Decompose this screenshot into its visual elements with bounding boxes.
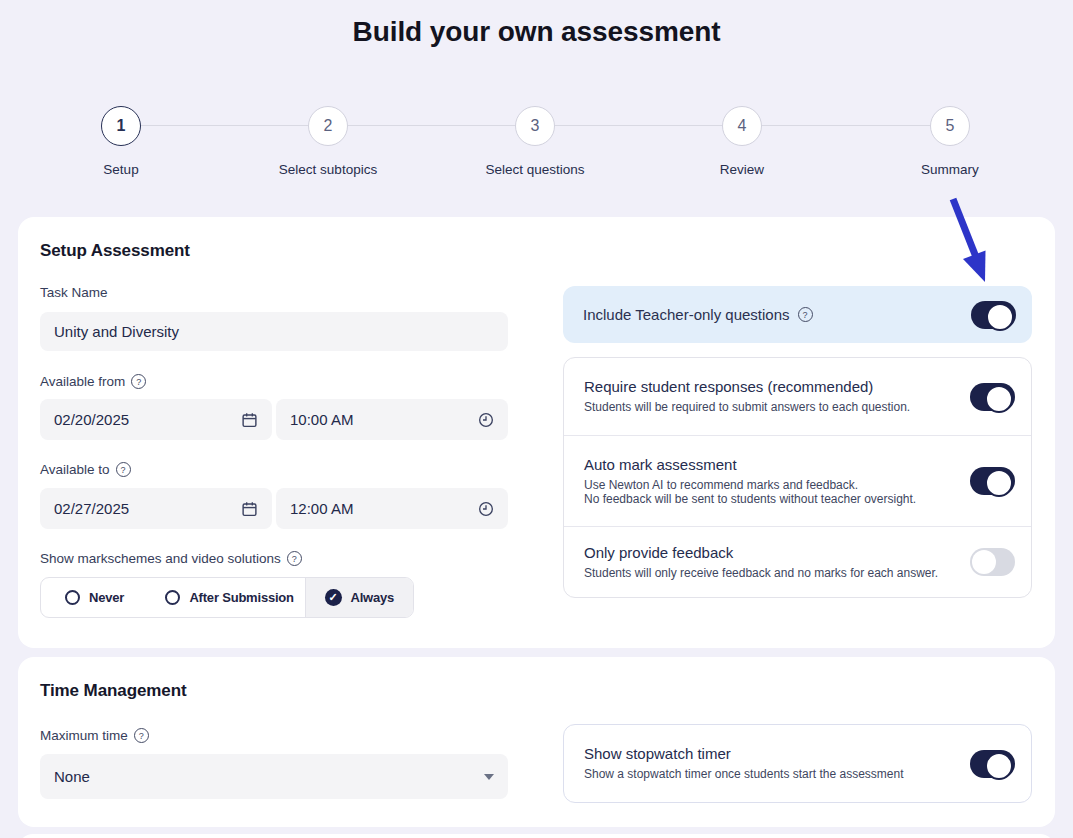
stopwatch-description: Show a stopwatch timer once students sta… [584, 767, 960, 782]
step-label-summary: Summary [840, 162, 1060, 177]
clock-icon[interactable] [478, 412, 494, 428]
step-circle-setup[interactable]: 1 [101, 106, 141, 146]
calendar-icon[interactable] [241, 500, 258, 518]
auto-mark-description2: No feedback will be sent to students wit… [584, 492, 960, 507]
markschemes-label: Show markschemes and video solutions ? [40, 551, 302, 566]
maximum-time-label: Maximum time ? [40, 728, 149, 743]
only-feedback-description: Students will only receive feedback and … [584, 566, 960, 581]
available-from-date-input[interactable]: 02/20/2025 [40, 399, 272, 440]
maximum-time-select[interactable]: None [40, 754, 508, 799]
markschemes-help-icon[interactable]: ? [287, 551, 302, 566]
require-responses-toggle[interactable] [970, 383, 1015, 411]
radio-option-always[interactable]: ✓ Always [305, 578, 413, 617]
assessment-options-group: Require student responses (recommended) … [563, 357, 1032, 598]
step-label-select-subtopics: Select subtopics [218, 162, 438, 177]
available-to-date-input[interactable]: 02/27/2025 [40, 488, 272, 529]
clock-icon[interactable] [478, 501, 494, 517]
chevron-down-icon [484, 774, 494, 780]
stopwatch-title: Show stopwatch timer [584, 745, 960, 762]
require-responses-title: Require student responses (recommended) [584, 378, 960, 395]
step-label-review: Review [632, 162, 852, 177]
teacher-only-help-icon[interactable]: ? [798, 307, 813, 322]
maximum-time-help-icon[interactable]: ? [134, 728, 149, 743]
setup-card-title: Setup Assessment [40, 241, 190, 261]
step-circle-select-subtopics[interactable]: 2 [308, 106, 348, 146]
only-feedback-toggle[interactable] [970, 548, 1015, 576]
setup-assessment-card: Setup Assessment Task Name Unity and Div… [18, 217, 1055, 648]
time-card-title: Time Management [40, 681, 187, 701]
available-from-time-input[interactable]: 10:00 AM [276, 399, 508, 440]
pointer-arrow [935, 193, 997, 289]
only-feedback-row: Only provide feedback Students will only… [564, 526, 1031, 597]
auto-mark-title: Auto mark assessment [584, 456, 960, 473]
radio-option-never[interactable]: Never [41, 578, 165, 617]
require-responses-row: Require student responses (recommended) … [564, 358, 1031, 435]
stopwatch-toggle[interactable] [970, 750, 1015, 778]
require-responses-description: Students will be required to submit answ… [584, 400, 960, 415]
step-circle-summary[interactable]: 5 [930, 106, 970, 146]
auto-mark-toggle[interactable] [970, 467, 1015, 495]
radio-icon [65, 590, 80, 605]
task-name-label: Task Name [40, 285, 108, 300]
auto-mark-row: Auto mark assessment Use Newton AI to re… [564, 435, 1031, 526]
check-icon: ✓ [325, 589, 342, 606]
available-from-label: Available from ? [40, 374, 146, 389]
stepper: 1 2 3 4 5 Setup Select subtopics Select … [0, 0, 1073, 200]
task-name-input[interactable]: Unity and Diversity [40, 312, 508, 351]
radio-icon [165, 590, 180, 605]
teacher-only-questions-row: Include Teacher-only questions ? [563, 286, 1032, 343]
step-circle-review[interactable]: 4 [722, 106, 762, 146]
only-feedback-title: Only provide feedback [584, 544, 960, 561]
stopwatch-timer-row: Show stopwatch timer Show a stopwatch ti… [563, 724, 1032, 803]
available-to-help-icon[interactable]: ? [116, 462, 131, 477]
available-from-help-icon[interactable]: ? [131, 374, 146, 389]
next-card-partial [18, 834, 1055, 838]
available-to-time-input[interactable]: 12:00 AM [276, 488, 508, 529]
auto-mark-description: Use Newton AI to recommend marks and fee… [584, 478, 960, 493]
step-label-setup: Setup [11, 162, 231, 177]
teacher-only-toggle[interactable] [971, 301, 1016, 329]
step-circle-select-questions[interactable]: 3 [515, 106, 555, 146]
step-label-select-questions: Select questions [425, 162, 645, 177]
teacher-only-label: Include Teacher-only questions ? [583, 306, 971, 323]
radio-option-after-submission[interactable]: After Submission [165, 578, 304, 617]
calendar-icon[interactable] [241, 411, 258, 429]
time-management-card: Time Management Maximum time ? None Show… [18, 657, 1055, 827]
available-to-label: Available to ? [40, 462, 131, 477]
markschemes-radio-group: Never After Submission ✓ Always [40, 577, 414, 618]
